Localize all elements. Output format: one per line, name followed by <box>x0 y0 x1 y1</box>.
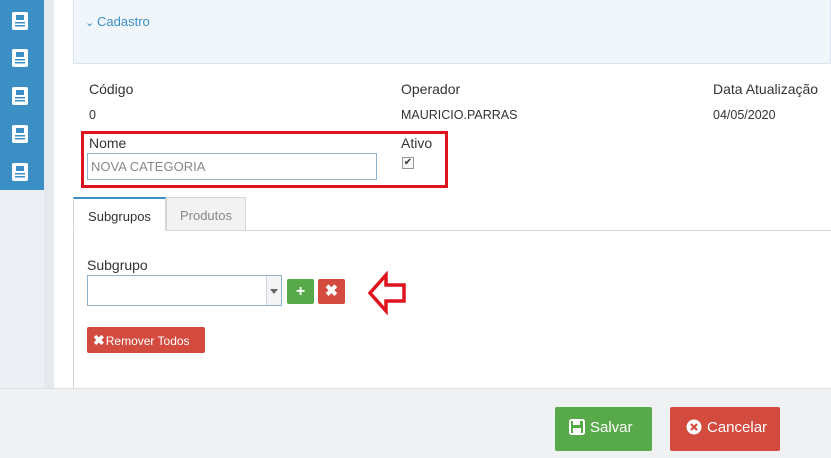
remove-subgrupo-button[interactable]: ✖ <box>318 279 345 304</box>
sidebar-item-5[interactable] <box>10 162 30 182</box>
data-atualizacao-label: Data Atualização <box>713 81 819 97</box>
cancel-button[interactable]: Cancelar <box>670 407 780 451</box>
dropdown-arrow-icon[interactable] <box>266 276 281 305</box>
save-button[interactable]: Salvar <box>555 407 652 451</box>
document-icon <box>12 163 28 181</box>
add-subgrupo-button[interactable]: + <box>287 279 314 304</box>
tab-subgrupos[interactable]: Subgrupos <box>73 197 166 231</box>
layout-gutter <box>44 0 54 388</box>
chevron-down-icon[interactable]: ⌄ <box>85 16 94 29</box>
remove-all-button[interactable]: ✖Remover Todos <box>87 327 205 353</box>
left-arrow-annotation-icon <box>368 271 406 315</box>
operador-value: MAURICIO.PARRAS <box>401 108 518 122</box>
cancel-circle-icon <box>686 419 702 439</box>
document-icon <box>12 87 28 105</box>
document-icon <box>12 49 28 67</box>
subgrupo-label: Subgrupo <box>87 257 148 273</box>
sidebar-item-1[interactable] <box>10 11 30 31</box>
sidebar-item-2[interactable] <box>10 48 30 68</box>
codigo-label: Código <box>89 81 134 97</box>
subgrupo-select[interactable] <box>87 275 282 306</box>
sidebar-item-3[interactable] <box>10 86 30 106</box>
nome-input[interactable]: NOVA CATEGORIA <box>87 153 377 180</box>
ativo-label: Ativo <box>401 135 433 151</box>
panel-header[interactable]: ⌄ Cadastro <box>73 0 831 64</box>
close-icon: ✖ <box>93 332 105 348</box>
ativo-checkbox[interactable]: ✔ <box>402 157 414 169</box>
document-icon <box>12 125 28 143</box>
nome-label: Nome <box>89 135 127 151</box>
tab-produtos[interactable]: Produtos <box>166 197 246 231</box>
tab-content-border <box>73 231 74 388</box>
codigo-value: 0 <box>89 108 96 122</box>
remove-all-label: Remover Todos <box>105 334 190 348</box>
sidebar <box>0 0 44 190</box>
operador-label: Operador <box>401 81 461 97</box>
sidebar-item-4[interactable] <box>10 124 30 144</box>
floppy-disk-icon <box>569 419 585 439</box>
document-icon <box>12 12 28 30</box>
data-atualizacao-value: 04/05/2020 <box>713 108 776 122</box>
panel-title[interactable]: Cadastro <box>97 14 150 29</box>
cancel-label: Cancelar <box>707 419 768 436</box>
save-label: Salvar <box>590 419 633 436</box>
